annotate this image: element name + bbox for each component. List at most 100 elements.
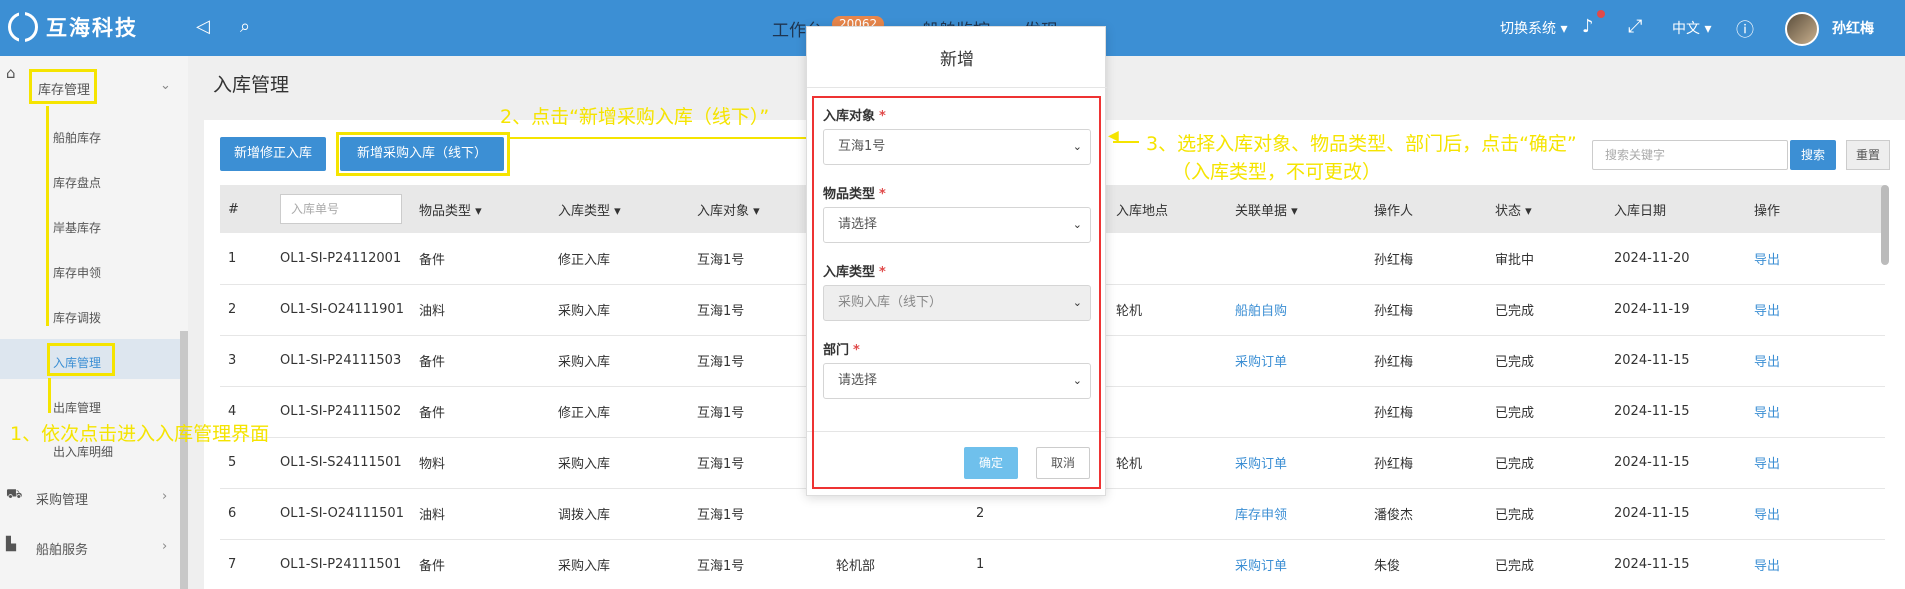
cell-status: 已完成 <box>1487 488 1606 540</box>
export-link[interactable]: 导出 <box>1746 488 1885 540</box>
username[interactable]: 孙红梅 <box>1832 18 1874 38</box>
annotation-step3: 3、选择入库对象、物品类型、部门后，点击“确定” <box>1146 133 1577 155</box>
annotation-box-inventory <box>29 69 97 104</box>
sidebar-sub-requisition[interactable]: 库存申领 <box>53 264 101 281</box>
annotation-box-inbound <box>47 343 115 376</box>
cell-date: 2024-11-20 <box>1606 233 1746 285</box>
search-icon[interactable]: ⌕ <box>240 16 250 37</box>
cell-index: 7 <box>220 539 272 589</box>
add-fix-inbound-button[interactable]: 新增修正入库 <box>220 137 326 171</box>
search-input[interactable]: 搜索关键字 <box>1592 140 1788 170</box>
cell-index: 1 <box>220 233 272 285</box>
annotation-step3-note: （入库类型，不可更改） <box>1172 161 1382 183</box>
cell-type: 调拨入库 <box>550 488 689 540</box>
sidebar-sub-shore-stock[interactable]: 岸基库存 <box>53 219 101 236</box>
cell-place <box>1108 386 1227 438</box>
cell-type: 采购入库 <box>550 437 689 489</box>
search-button[interactable]: 搜索 <box>1790 140 1836 170</box>
cell-date: 2024-11-15 <box>1606 335 1746 387</box>
cell-place <box>1108 539 1227 589</box>
table-scrollbar[interactable] <box>1881 185 1889 265</box>
cell-dept: 轮机部 <box>828 539 968 589</box>
cell-order-no: OL1-SI-S24111501 <box>272 437 411 489</box>
cell-related[interactable]: 采购订单 <box>1227 437 1366 489</box>
cell-type: 修正入库 <box>550 386 689 438</box>
language-select[interactable]: 中文 ▾ <box>1672 18 1711 38</box>
logo-text: 互海科技 <box>46 16 138 40</box>
cell-operator: 孙红梅 <box>1366 335 1487 387</box>
cell-type: 采购入库 <box>550 539 689 589</box>
cell-related[interactable]: 库存申领 <box>1227 488 1366 540</box>
cell-index: 2 <box>220 284 272 336</box>
cell-operator: 孙红梅 <box>1366 386 1487 438</box>
export-link[interactable]: 导出 <box>1746 386 1885 438</box>
cell-index: 3 <box>220 335 272 387</box>
cell-place <box>1108 233 1227 285</box>
export-link[interactable]: 导出 <box>1746 233 1885 285</box>
sidebar-sub-stocktake[interactable]: 库存盘点 <box>53 174 101 191</box>
cell-related <box>1227 386 1366 438</box>
cell-category: 油料 <box>411 488 550 540</box>
export-link[interactable]: 导出 <box>1746 437 1885 489</box>
annotation-arrow-2 <box>510 137 806 139</box>
cell-order-no: OL1-SI-P24111502 <box>272 386 411 438</box>
col-status[interactable]: 状态 ▾ <box>1487 185 1606 233</box>
help-icon[interactable]: ⓘ <box>1736 16 1754 42</box>
cell-place <box>1108 335 1227 387</box>
annotation-step1: 1、依次点击进入入库管理界面 <box>10 423 270 445</box>
page-title: 入库管理 <box>213 74 290 96</box>
cell-order-no: OL1-SI-P24112001 <box>272 233 411 285</box>
logo-icon <box>8 12 38 42</box>
col-date: 入库日期 <box>1606 185 1746 233</box>
cell-related[interactable]: 采购订单 <box>1227 335 1366 387</box>
export-link[interactable]: 导出 <box>1746 539 1885 589</box>
order-no-filter-input[interactable]: 入库单号 <box>280 194 402 224</box>
col-related[interactable]: 关联单据 ▾ <box>1227 185 1366 233</box>
notification-dot <box>1597 10 1605 18</box>
logo[interactable]: 互海科技 <box>8 12 138 42</box>
bell-icon[interactable]: ♪ <box>1582 16 1594 37</box>
export-link[interactable]: 导出 <box>1746 335 1885 387</box>
cell-category: 备件 <box>411 335 550 387</box>
sidebar-item-ship-service[interactable]: 船舶服务 <box>36 539 88 558</box>
cell-order-no: OL1-SI-P24111501 <box>272 539 411 589</box>
cell-date: 2024-11-15 <box>1606 386 1746 438</box>
cell-related[interactable]: 采购订单 <box>1227 539 1366 589</box>
avatar[interactable] <box>1785 12 1819 46</box>
cell-operator: 孙红梅 <box>1366 284 1487 336</box>
cell-operator: 孙红梅 <box>1366 233 1487 285</box>
cell-date: 2024-11-15 <box>1606 539 1746 589</box>
sidebar-sub-outbound[interactable]: 出库管理 <box>53 399 101 416</box>
chevron-right-icon: › <box>162 539 168 554</box>
sidebar-sub-ship-stock[interactable]: 船舶库存 <box>53 129 101 146</box>
fullscreen-icon[interactable]: ⤢ <box>1628 16 1642 37</box>
reset-button[interactable]: 重置 <box>1846 140 1890 170</box>
back-icon[interactable]: ◁ <box>196 16 210 37</box>
cell-operator: 孙红梅 <box>1366 437 1487 489</box>
sidebar-sub-transfer[interactable]: 库存调拨 <box>53 309 101 326</box>
annotation-box-purchase-button <box>336 132 510 176</box>
cell-status: 已完成 <box>1487 284 1606 336</box>
cell-related <box>1227 233 1366 285</box>
sidebar-scrollbar[interactable] <box>180 331 188 589</box>
cell-status: 已完成 <box>1487 539 1606 589</box>
export-link[interactable]: 导出 <box>1746 284 1885 336</box>
cell-place: 轮机 <box>1108 284 1227 336</box>
col-type[interactable]: 入库类型 ▾ <box>550 185 689 233</box>
sidebar-item-purchase[interactable]: 采购管理 <box>36 489 88 508</box>
cell-target: 互海1号 <box>689 539 828 589</box>
cell-category: 油料 <box>411 284 550 336</box>
cell-related[interactable]: 船舶自购 <box>1227 284 1366 336</box>
sidebar: ⌂ 库存管理 ⌄ 船舶库存 库存盘点 岸基库存 库存申领 库存调拨 入库管理 出… <box>0 56 188 589</box>
cell-status: 已完成 <box>1487 335 1606 387</box>
cell-date: 2024-11-15 <box>1606 488 1746 540</box>
col-order-no: 入库单号 <box>272 185 411 233</box>
cell-order-no: OL1-SI-O24111501 <box>272 488 411 540</box>
col-category[interactable]: 物品类型 ▾ <box>411 185 550 233</box>
cell-type: 采购入库 <box>550 335 689 387</box>
cell-status: 审批中 <box>1487 233 1606 285</box>
switch-system[interactable]: 切换系统 ▾ <box>1500 18 1567 38</box>
table-row: 7 OL1-SI-P24111501 备件 采购入库 互海1号 轮机部 1 采购订单 朱俊 已完成… <box>220 539 1885 589</box>
cell-date: 2024-11-19 <box>1606 284 1746 336</box>
roller-icon: ▙ <box>6 537 16 552</box>
